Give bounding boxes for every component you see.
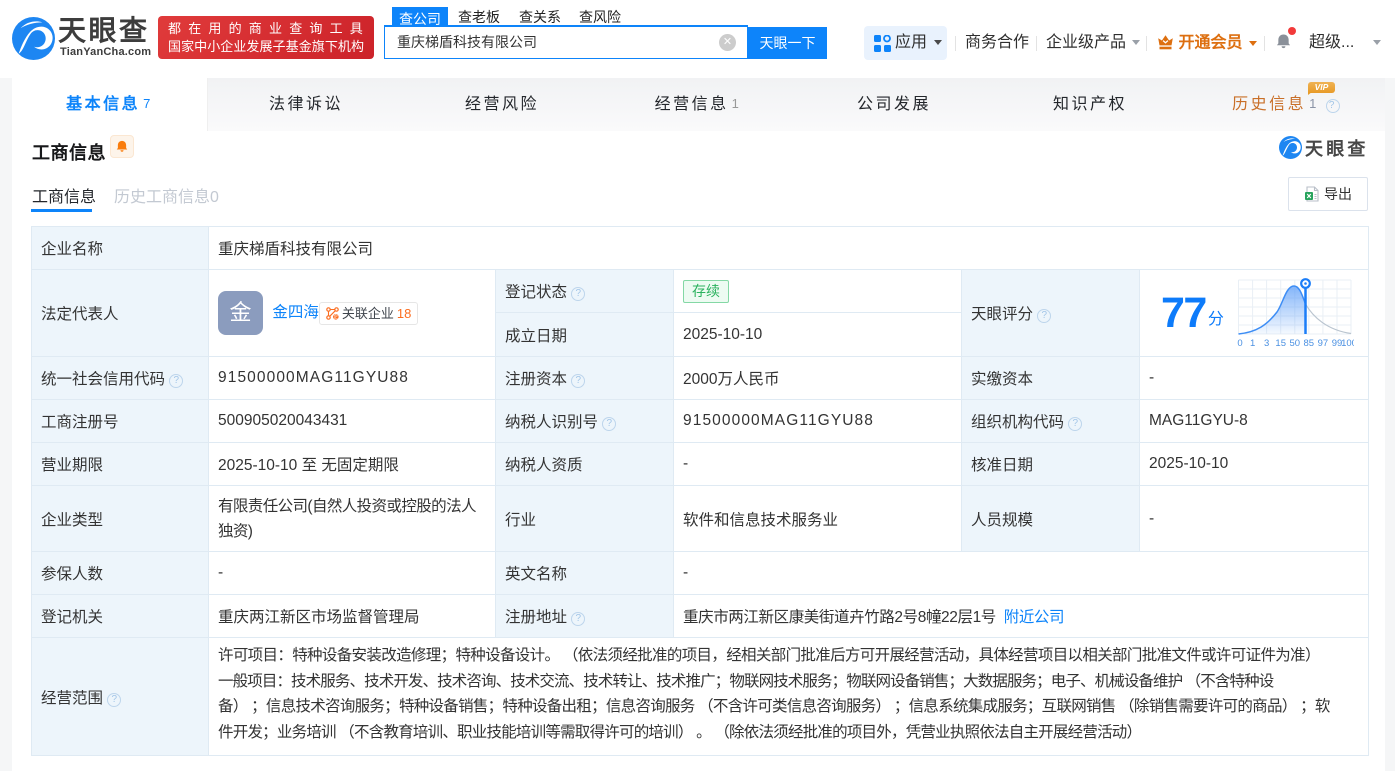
svg-text:100: 100 xyxy=(1341,338,1354,347)
svg-text:85: 85 xyxy=(1304,338,1315,347)
svg-text:3: 3 xyxy=(1264,338,1269,347)
svg-text:1: 1 xyxy=(1250,338,1255,347)
svg-text:0: 0 xyxy=(1237,338,1242,347)
svg-text:企: 企 xyxy=(333,313,338,319)
svg-text:15: 15 xyxy=(1275,338,1286,347)
svg-text:50: 50 xyxy=(1290,338,1301,347)
svg-text:97: 97 xyxy=(1318,338,1329,347)
